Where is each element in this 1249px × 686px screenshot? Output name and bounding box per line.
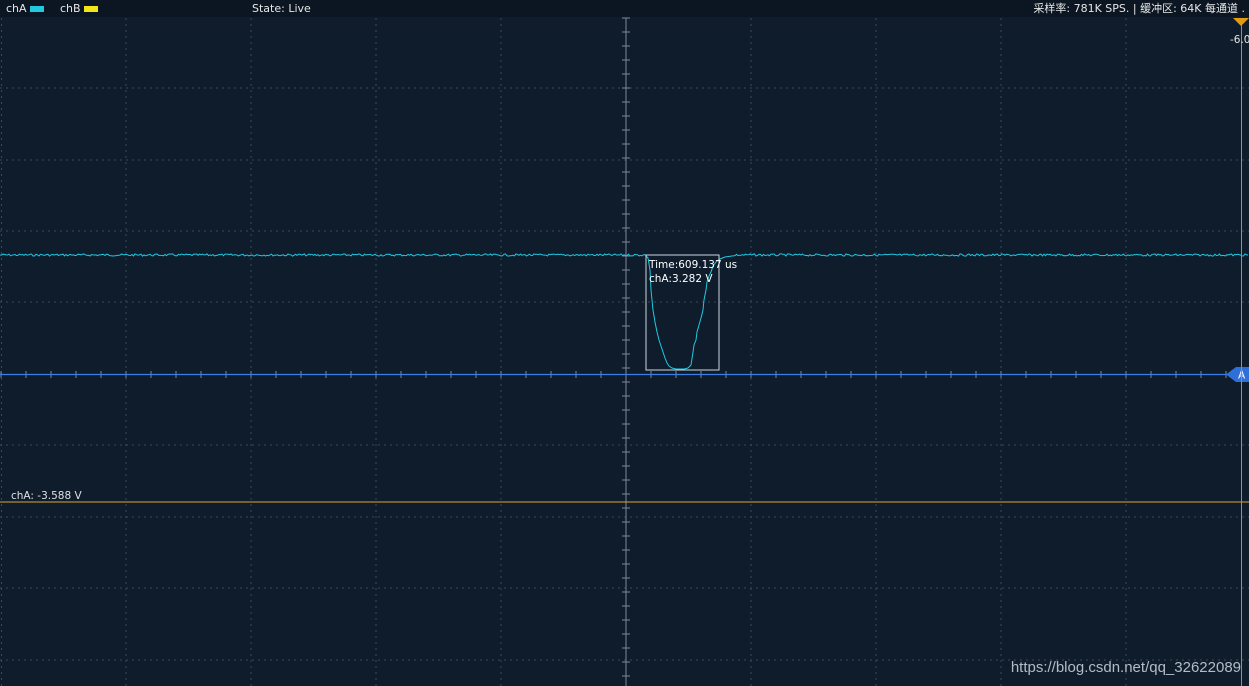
trigger-time-marker[interactable]	[1233, 18, 1249, 26]
blog-watermark: https://blog.csdn.net/qq_32622089	[1010, 659, 1241, 676]
tooltip-time: Time:609.137 us	[648, 259, 737, 271]
trigger-level-marker[interactable]: A	[1226, 367, 1249, 382]
measurement-tooltip: Time:609.137 us chA:3.282 V	[645, 254, 737, 371]
oscilloscope-display[interactable]: chA: -3.588 V A -6.0 Time:609.137 us chA…	[0, 0, 1249, 686]
graticule-grid	[0, 17, 1249, 686]
channel-a-waveform	[0, 253, 1249, 370]
tooltip-voltage: chA:3.282 V	[649, 273, 713, 285]
trigger-time-value: -6.0	[1230, 34, 1249, 46]
cursor-voltage-label: chA: -3.588 V	[11, 490, 82, 502]
